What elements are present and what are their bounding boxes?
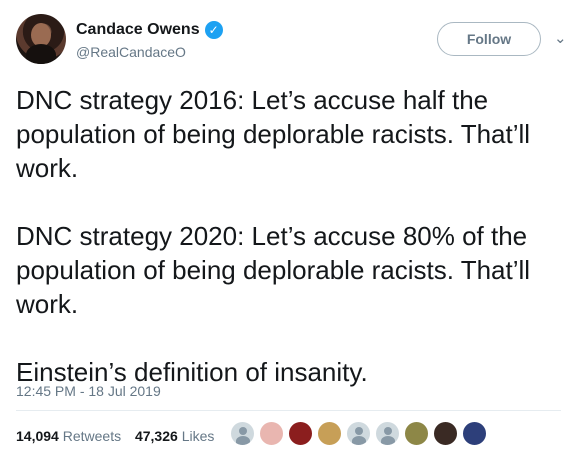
retweets-label[interactable]: Retweets xyxy=(63,428,121,444)
verified-badge-icon: ✓ xyxy=(204,21,223,39)
tweet-text: DNC strategy 2016: Let’s accuse half the… xyxy=(16,85,531,387)
follow-button[interactable]: Follow xyxy=(437,22,541,56)
engagement-stats: 14,094 Retweets 47,326 Likes xyxy=(16,428,214,444)
liker-avatar-4[interactable] xyxy=(317,421,342,446)
chevron-down-icon[interactable]: ⌄ xyxy=(554,31,567,46)
liker-avatar-2[interactable] xyxy=(259,421,284,446)
liker-avatar-5[interactable] xyxy=(346,421,371,446)
author-name-row: Candace Owens ✓ xyxy=(76,19,223,41)
liker-avatar-9[interactable] xyxy=(462,421,487,446)
liker-avatar-8[interactable] xyxy=(433,421,458,446)
author-handle[interactable]: @RealCandaceO xyxy=(76,44,186,60)
liker-avatar-6[interactable] xyxy=(375,421,400,446)
liker-avatar-1[interactable] xyxy=(230,421,255,446)
likes-count[interactable]: 47,326 xyxy=(135,428,178,444)
divider xyxy=(16,410,561,411)
liker-avatar-3[interactable] xyxy=(288,421,313,446)
profile-avatar[interactable] xyxy=(16,14,66,64)
liker-avatars xyxy=(230,421,491,446)
retweets-count[interactable]: 14,094 xyxy=(16,428,59,444)
author-name[interactable]: Candace Owens xyxy=(76,21,200,39)
tweet-timestamp[interactable]: 12:45 PM - 18 Jul 2019 xyxy=(16,383,161,399)
liker-avatar-7[interactable] xyxy=(404,421,429,446)
tweet-header: Candace Owens ✓ @RealCandaceO Follow ⌄ xyxy=(16,14,567,68)
likes-label[interactable]: Likes xyxy=(182,428,215,444)
